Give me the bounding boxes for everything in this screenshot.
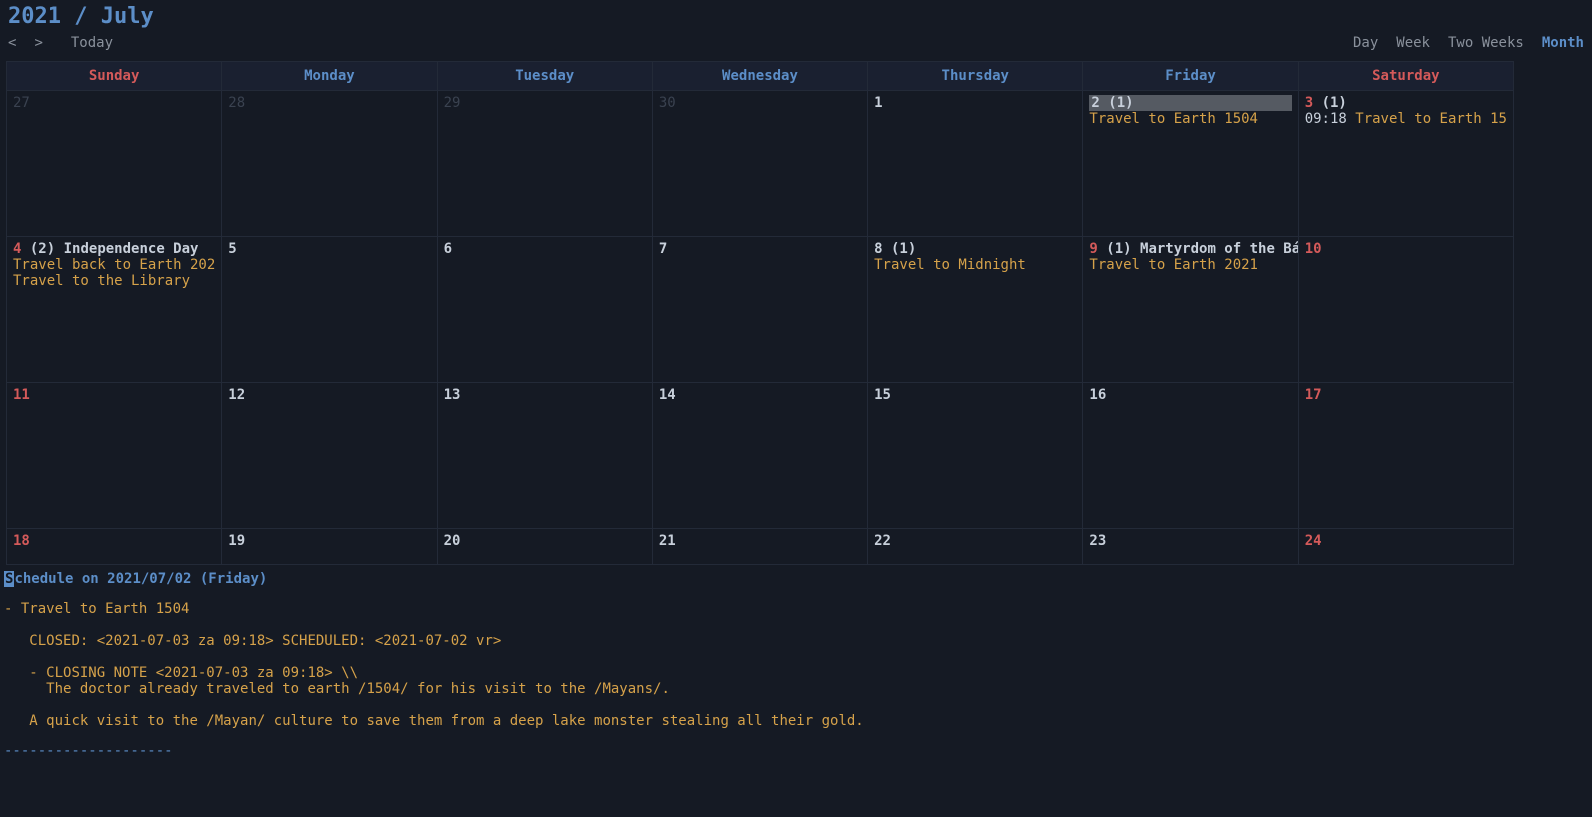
- day-header: Thursday: [868, 62, 1083, 91]
- schedule-title: Schedule on 2021/07/02 (Friday): [4, 571, 1584, 587]
- day-cell[interactable]: 11: [7, 383, 222, 529]
- day-cell[interactable]: 5: [222, 237, 437, 383]
- calendar-event[interactable]: Travel to Earth 2021: [1089, 257, 1291, 273]
- day-cell[interactable]: 7: [652, 237, 867, 383]
- holiday-label: Independence Day: [64, 241, 199, 257]
- day-number: 1: [874, 95, 882, 111]
- day-cell[interactable]: 24: [1298, 529, 1513, 565]
- day-cell[interactable]: 30: [652, 91, 867, 237]
- today-button[interactable]: Today: [71, 35, 113, 51]
- day-cell[interactable]: 15: [868, 383, 1083, 529]
- day-cell[interactable]: 9 (1) Martyrdom of the BábTravel to Eart…: [1083, 237, 1298, 383]
- prev-button[interactable]: <: [8, 35, 16, 51]
- page-title: 2021 / July: [8, 4, 154, 29]
- event-time: 09:18: [1305, 111, 1356, 127]
- day-cell[interactable]: 19: [222, 529, 437, 565]
- day-number: 19: [228, 533, 245, 549]
- day-header: Wednesday: [652, 62, 867, 91]
- day-number: 17: [1305, 387, 1322, 403]
- day-number: 21: [659, 533, 676, 549]
- day-cell[interactable]: 21: [652, 529, 867, 565]
- event-title: Travel to Earth 1504: [1355, 111, 1507, 127]
- day-number: 6: [444, 241, 452, 257]
- day-header: Monday: [222, 62, 437, 91]
- day-number: 28: [228, 95, 245, 111]
- event-count: (1): [1108, 95, 1133, 111]
- day-number: 29: [444, 95, 461, 111]
- day-cell[interactable]: 18: [7, 529, 222, 565]
- view-two-weeks[interactable]: Two Weeks: [1448, 35, 1524, 51]
- day-cell[interactable]: 23: [1083, 529, 1298, 565]
- day-number: 12: [228, 387, 245, 403]
- event-count: (1): [891, 241, 916, 257]
- day-number: 9: [1089, 241, 1097, 257]
- day-cell[interactable]: 22: [868, 529, 1083, 565]
- day-cell[interactable]: 28: [222, 91, 437, 237]
- day-number: 8: [874, 241, 882, 257]
- event-title: Travel back to Earth 2021: [13, 257, 215, 273]
- day-number: 13: [444, 387, 461, 403]
- day-number: 10: [1305, 241, 1322, 257]
- day-cell[interactable]: 4 (2) Independence DayTravel back to Ear…: [7, 237, 222, 383]
- day-number: 24: [1305, 533, 1322, 549]
- event-count: (1): [1322, 95, 1347, 111]
- month-grid: SundayMondayTuesdayWednesdayThursdayFrid…: [6, 61, 1514, 565]
- view-switcher: Day Week Two Weeks Month: [1353, 35, 1584, 51]
- event-count: (2): [30, 241, 55, 257]
- day-cell[interactable]: 2 (1)Travel to Earth 1504: [1083, 91, 1298, 237]
- event-count: (1): [1106, 241, 1131, 257]
- day-number: 11: [13, 387, 30, 403]
- day-header: Tuesday: [437, 62, 652, 91]
- event-title: Travel to Earth 1504: [1089, 111, 1258, 127]
- day-number: 16: [1089, 387, 1106, 403]
- day-cell[interactable]: 14: [652, 383, 867, 529]
- cursor: S: [4, 571, 14, 587]
- view-week[interactable]: Week: [1396, 35, 1430, 51]
- holiday-label: Martyrdom of the Báb: [1140, 241, 1298, 257]
- day-number: 27: [13, 95, 30, 111]
- calendar-event[interactable]: Travel to Earth 1504: [1089, 111, 1291, 127]
- view-month[interactable]: Month: [1542, 35, 1584, 51]
- day-cell[interactable]: 17: [1298, 383, 1513, 529]
- day-cell[interactable]: 3 (1)09:18 Travel to Earth 1504: [1298, 91, 1513, 237]
- day-number: 7: [659, 241, 667, 257]
- calendar-event[interactable]: Travel back to Earth 2021: [13, 257, 215, 273]
- day-cell[interactable]: 1: [868, 91, 1083, 237]
- view-day[interactable]: Day: [1353, 35, 1378, 51]
- day-header: Sunday: [7, 62, 222, 91]
- event-title: Travel to the Library: [13, 273, 190, 289]
- day-cell[interactable]: 20: [437, 529, 652, 565]
- day-number: 22: [874, 533, 891, 549]
- day-number: 14: [659, 387, 676, 403]
- calendar-event[interactable]: Travel to the Library: [13, 273, 215, 289]
- day-number: 15: [874, 387, 891, 403]
- day-number: 5: [228, 241, 236, 257]
- day-number: 30: [659, 95, 676, 111]
- calendar-event[interactable]: Travel to Midnight: [874, 257, 1076, 273]
- day-cell[interactable]: 6: [437, 237, 652, 383]
- day-header: Saturday: [1298, 62, 1513, 91]
- day-cell[interactable]: 29: [437, 91, 652, 237]
- schedule-body: - Travel to Earth 1504 CLOSED: <2021-07-…: [4, 601, 1584, 729]
- day-number: 20: [444, 533, 461, 549]
- day-number: 23: [1089, 533, 1106, 549]
- calendar-event[interactable]: 09:18 Travel to Earth 1504: [1305, 111, 1507, 127]
- next-button[interactable]: >: [34, 35, 42, 51]
- day-number: 4: [13, 241, 21, 257]
- day-number: 2: [1091, 95, 1099, 111]
- day-header: Friday: [1083, 62, 1298, 91]
- event-title: Travel to Earth 2021: [1089, 257, 1258, 273]
- schedule-detail-pane: Schedule on 2021/07/02 (Friday) - Travel…: [0, 565, 1592, 767]
- schedule-divider: --------------------: [4, 743, 1584, 759]
- day-number: 18: [13, 533, 30, 549]
- day-cell[interactable]: 27: [7, 91, 222, 237]
- day-number: 3: [1305, 95, 1313, 111]
- day-cell[interactable]: 10: [1298, 237, 1513, 383]
- day-cell[interactable]: 13: [437, 383, 652, 529]
- event-title: Travel to Midnight: [874, 257, 1026, 273]
- day-cell[interactable]: 8 (1)Travel to Midnight: [868, 237, 1083, 383]
- day-cell[interactable]: 16: [1083, 383, 1298, 529]
- day-cell[interactable]: 12: [222, 383, 437, 529]
